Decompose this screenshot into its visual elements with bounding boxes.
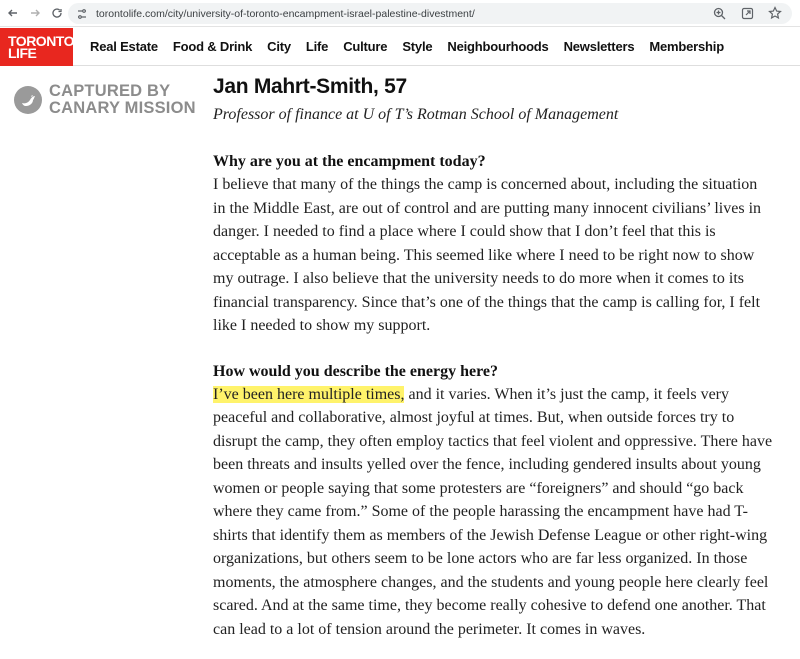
canary-bird-icon bbox=[14, 86, 42, 114]
nav-real-estate[interactable]: Real Estate bbox=[90, 39, 158, 54]
highlighted-text: I’ve been here multiple times, bbox=[213, 385, 405, 403]
address-bar[interactable]: torontolife.com/city/university-of-toron… bbox=[68, 3, 792, 24]
browser-toolbar: torontolife.com/city/university-of-toron… bbox=[0, 0, 800, 27]
share-icon[interactable] bbox=[740, 6, 754, 20]
nav-style[interactable]: Style bbox=[402, 39, 432, 54]
url-text[interactable]: torontolife.com/city/university-of-toron… bbox=[96, 8, 475, 20]
author-role: Professor of finance at U of T’s Rotman … bbox=[213, 106, 619, 123]
nav-food-drink[interactable]: Food & Drink bbox=[173, 39, 252, 54]
answer-2: I’ve been here multiple times, and it va… bbox=[213, 383, 773, 642]
answer-2-rest: and it varies. When it’s just the camp, … bbox=[213, 385, 773, 638]
zoom-icon[interactable] bbox=[712, 6, 726, 20]
bookmark-star-icon[interactable] bbox=[768, 6, 782, 20]
toronto-life-logo[interactable]: TORONTO LIFE bbox=[0, 27, 75, 66]
logo-line-2: LIFE bbox=[8, 44, 37, 61]
article-body: Jan Mahrt-Smith, 57 Professor of finance… bbox=[213, 72, 773, 641]
author-name: Jan Mahrt-Smith, 57 bbox=[213, 75, 407, 98]
reload-icon[interactable] bbox=[48, 4, 66, 22]
nav-culture[interactable]: Culture bbox=[343, 39, 387, 54]
canary-mission-watermark: CAPTURED BY CANARY MISSION bbox=[13, 83, 196, 117]
site-header: TORONTO LIFE Real Estate Food & Drink Ci… bbox=[0, 27, 800, 66]
forward-arrow-icon[interactable] bbox=[26, 4, 44, 22]
watermark-line-2: CANARY MISSION bbox=[49, 99, 196, 117]
answer-1: I believe that many of the things the ca… bbox=[213, 176, 762, 334]
nav-city[interactable]: City bbox=[267, 39, 291, 54]
watermark-line-1: CAPTURED BY bbox=[49, 82, 171, 100]
site-settings-icon[interactable] bbox=[76, 8, 88, 20]
main-nav: Real Estate Food & Drink City Life Cultu… bbox=[90, 39, 739, 54]
nav-life[interactable]: Life bbox=[306, 39, 329, 54]
question-1: Why are you at the encampment today? bbox=[213, 153, 486, 170]
nav-membership[interactable]: Membership bbox=[649, 39, 724, 54]
question-2: How would you describe the energy here? bbox=[213, 362, 499, 380]
back-arrow-icon[interactable] bbox=[4, 4, 22, 22]
nav-newsletters[interactable]: Newsletters bbox=[564, 39, 635, 54]
nav-neighbourhoods[interactable]: Neighbourhoods bbox=[447, 39, 548, 54]
